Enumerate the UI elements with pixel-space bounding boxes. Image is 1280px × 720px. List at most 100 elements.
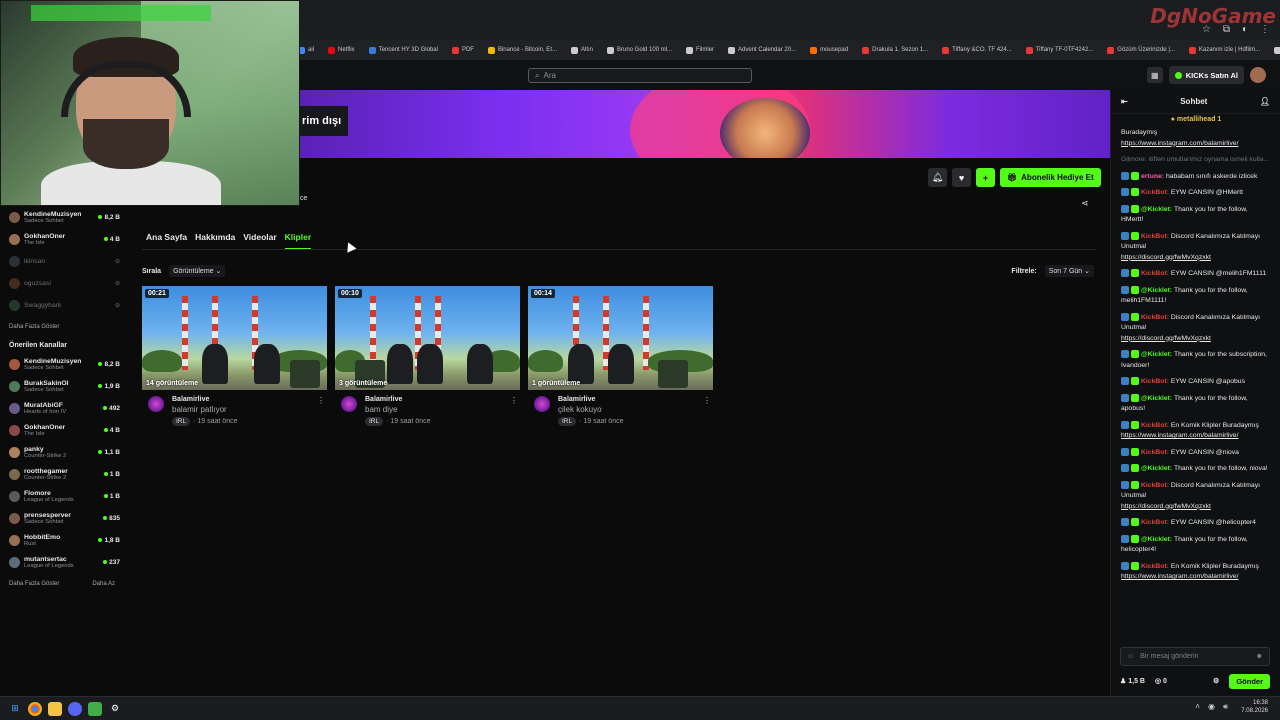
clip-thumbnail[interactable]: 00:21 14 görüntüleme: [142, 286, 327, 390]
sidebar-channel[interactable]: rootthegamer Counter-Strike 2 1 B: [0, 463, 124, 485]
filter-dropdown[interactable]: Son 7 Gün ⌄: [1044, 265, 1094, 277]
bookmark-item[interactable]: mousepad: [810, 46, 848, 54]
chat-input[interactable]: ☺ Bir mesaj gönderin ☻: [1120, 647, 1270, 666]
chat-username[interactable]: KickBot:: [1141, 314, 1169, 321]
clip-thumbnail[interactable]: 00:10 3 görüntüleme: [335, 286, 520, 390]
clip-card[interactable]: 00:21 14 görüntüleme Balamirlive balamir pa…: [142, 286, 327, 426]
bookmark-item[interactable]: Gözüm Üzerinizde |...: [1107, 46, 1175, 54]
more-options-icon[interactable]: ⋮: [703, 396, 713, 426]
bookmark-item[interactable]: Netflix: [328, 46, 355, 54]
windows-start-icon[interactable]: ⊞: [8, 702, 22, 716]
user-avatar[interactable]: [1250, 67, 1266, 83]
sidebar-channel[interactable]: GokhanOner The Isle 4 B: [0, 228, 124, 250]
bookmark-item[interactable]: Kazanım izle | Hdfilm...: [1188, 46, 1260, 54]
share-icon[interactable]: ⋖: [1081, 198, 1089, 209]
emote-picker-icon[interactable]: ☺: [1127, 653, 1134, 660]
bookmark-star-icon[interactable]: ☆: [1202, 24, 1211, 35]
chat-username[interactable]: KickBot:: [1141, 422, 1169, 429]
chat-link[interactable]: https://www.instagram.com/balamirlive/: [1121, 140, 1238, 147]
extensions-icon[interactable]: ⧉: [1223, 24, 1230, 35]
bookmark-item[interactable]: ail: [298, 46, 314, 54]
collapse-chat-icon[interactable]: ⇤: [1121, 97, 1128, 106]
chat-username[interactable]: ertune:: [1141, 173, 1164, 180]
tab-videolar[interactable]: Videolar: [243, 232, 276, 250]
show-more-followed[interactable]: Daha Fazla Göster: [9, 324, 59, 330]
profile-icon[interactable]: ◐: [1242, 24, 1248, 35]
chat-username[interactable]: @Kicklet:: [1141, 465, 1172, 472]
sidebar-channel[interactable]: oguzsasi ⊘: [0, 272, 124, 294]
chat-username[interactable]: KickBot:: [1141, 519, 1169, 526]
search-input[interactable]: ⌕ Ara: [528, 68, 752, 83]
chat-username[interactable]: KickBot:: [1141, 482, 1169, 489]
clip-title[interactable]: bam diye: [365, 405, 502, 414]
chrome-icon[interactable]: [28, 701, 42, 716]
send-button[interactable]: Gönder: [1229, 673, 1270, 689]
sidebar-channel[interactable]: KendineMuzisyen Sadece Sohbet 8,2 B: [0, 206, 124, 228]
sidebar-channel[interactable]: MuratAbiGF Hearts of Iron IV 492: [0, 397, 124, 419]
gift-subscription-button[interactable]: 🎁︎ Abonelik Hediye Et: [1000, 168, 1101, 187]
show-more-recommended[interactable]: Daha Fazla Göster: [9, 581, 59, 587]
chat-link[interactable]: https://www.instagram.com/balamirlive/: [1121, 432, 1238, 439]
sidebar-channel[interactable]: Swaggybark ⊘: [0, 294, 124, 316]
chevron-up-icon[interactable]: ˄: [1195, 702, 1200, 712]
bell-icon[interactable]: 🔔︎: [928, 168, 947, 187]
kicks-buy-button[interactable]: KICKs Satın Al: [1168, 66, 1244, 84]
sidebar-channel[interactable]: lkinsan ⊘: [0, 250, 124, 272]
tab-ana-sayfa[interactable]: Ana Sayfa: [146, 232, 187, 250]
sidebar-channel[interactable]: Flomore League of Legends 1 B: [0, 485, 124, 507]
clock[interactable]: 16:38 7.08.2026: [1241, 699, 1268, 715]
chat-link[interactable]: https://discord.gg/fwMvXqzxkt: [1121, 254, 1211, 261]
chat-username[interactable]: KickBot:: [1141, 270, 1169, 277]
bookmark-item[interactable]: Tiffany TF-0TF4242...: [1025, 46, 1093, 54]
sidebar-channel[interactable]: BurakSakinOl Sadece Sohbet 1,9 B: [0, 375, 124, 397]
chat-username[interactable]: @Kicklet:: [1141, 536, 1172, 543]
settings-app-icon[interactable]: ⚙: [108, 702, 122, 716]
bookmark-item[interactable]: PDF: [451, 46, 474, 54]
tab-klipler[interactable]: Klipler: [284, 232, 312, 250]
chat-username[interactable]: KickBot:: [1141, 449, 1169, 456]
more-options-icon[interactable]: ⋮: [510, 396, 520, 426]
app-icon[interactable]: [88, 701, 102, 716]
chat-username[interactable]: KickBot:: [1141, 378, 1169, 385]
bookmark-item[interactable]: Tencent HY 3D Global: [368, 46, 438, 54]
tab-hakkımda[interactable]: Hakkımda: [195, 232, 235, 250]
follow-plus-button[interactable]: +: [976, 168, 995, 187]
volume-icon[interactable]: 🔊︎: [1223, 702, 1228, 712]
bookmark-item[interactable]: arabalar: [1274, 46, 1280, 54]
clip-card[interactable]: 00:10 3 görüntüleme Balamirlive bam diye IRL…: [335, 286, 520, 426]
bookmark-item[interactable]: Drakula 1. Sezon 1...: [862, 46, 928, 54]
clip-thumbnail[interactable]: 00:14 1 görüntüleme: [528, 286, 713, 390]
bookmark-item[interactable]: Tiffany &CO. TF 424...: [942, 46, 1012, 54]
clip-card[interactable]: 00:14 1 görüntüleme Balamirlive çilek kokuy…: [528, 286, 713, 426]
chat-users-icon[interactable]: 👤︎: [1260, 97, 1270, 106]
channel-avatar[interactable]: [148, 396, 164, 412]
sort-dropdown[interactable]: Görüntüleme ⌄: [169, 265, 226, 277]
channel-avatar[interactable]: [534, 396, 550, 412]
clip-category-tag[interactable]: IRL: [558, 417, 577, 426]
sidebar-channel[interactable]: prensesperver Sadece Sohbet 835: [0, 507, 124, 529]
chat-username[interactable]: KickBot:: [1141, 189, 1169, 196]
channel-avatar[interactable]: [341, 396, 357, 412]
clip-category-tag[interactable]: IRL: [365, 417, 384, 426]
show-less-recommended[interactable]: Daha Az: [92, 581, 115, 587]
bookmark-item[interactable]: Advent Calendar 20...: [728, 46, 796, 54]
discord-icon[interactable]: [68, 701, 82, 716]
clip-channel[interactable]: Balamirlive: [558, 396, 695, 403]
bookmark-item[interactable]: Filmler: [686, 46, 714, 54]
chat-username[interactable]: @Kicklet:: [1141, 206, 1172, 213]
chat-link[interactable]: https://discord.gg/fwMvXqzxkt: [1121, 503, 1211, 510]
emoji-icon[interactable]: ☻: [1256, 653, 1263, 660]
sidebar-channel[interactable]: HobbitEmo Rust 1,8 B: [0, 529, 124, 551]
chat-username[interactable]: @Kicklet:: [1141, 287, 1172, 294]
network-icon[interactable]: ◉: [1208, 702, 1215, 712]
chat-settings-icon[interactable]: ⚙: [1213, 677, 1219, 685]
chat-username[interactable]: @Kicklet:: [1141, 395, 1172, 402]
clip-title[interactable]: balamir patlıyor: [172, 405, 309, 414]
more-options-icon[interactable]: ⋮: [317, 396, 327, 426]
sidebar-channel[interactable]: GokhanOner The Isle 4 B: [0, 419, 124, 441]
layout-icon[interactable]: ▦: [1146, 67, 1163, 83]
chat-link[interactable]: https://www.instagram.com/balamirlive/: [1121, 573, 1238, 580]
menu-icon[interactable]: ⋮: [1260, 24, 1270, 35]
sidebar-channel[interactable]: KendineMuzisyen Sadece Sohbet 8,2 B: [0, 353, 124, 375]
sidebar-channel[interactable]: mutantsertac League of Legends 237: [0, 551, 124, 573]
